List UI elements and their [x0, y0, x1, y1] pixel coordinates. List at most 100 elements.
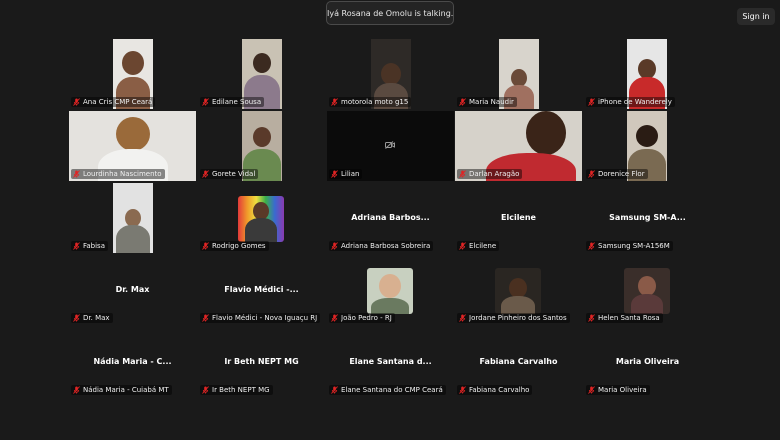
participant-name: Maria Naudir — [469, 98, 514, 106]
participant-name: Nádia Maria - Cuiabá MT — [83, 386, 169, 394]
participant-tile[interactable]: Nádia Maria - C... Nádia Maria - Cuiabá … — [69, 327, 196, 397]
participant-display-name: Adriana Barbos... — [351, 213, 430, 222]
participant-name-bar: Lilian — [329, 169, 363, 179]
participant-tile[interactable]: Edilane Sousa — [198, 39, 325, 109]
participant-name: Lilian — [341, 170, 360, 178]
participant-name: Elcilene — [469, 242, 497, 250]
participant-tile[interactable]: motorola moto g15 — [327, 39, 454, 109]
participant-name-bar: Adriana Barbosa Sobreira — [329, 241, 434, 251]
participant-tile[interactable]: Ana Cris CMP Ceará — [69, 39, 196, 109]
mic-muted-icon — [331, 314, 338, 322]
participant-name-bar: Dr. Max — [71, 313, 113, 323]
participant-name: Rodrigo Gomes — [212, 242, 266, 250]
mic-muted-icon — [459, 170, 466, 178]
participant-tile[interactable]: iPhone de Wanderely — [584, 39, 711, 109]
sign-in-button[interactable]: Sign in — [737, 8, 775, 25]
participant-tile[interactable]: Ir Beth NEPT MG Ir Beth NEPT MG — [198, 327, 325, 397]
participant-display-name: Elane Santana d... — [349, 357, 432, 366]
participant-display-name: Ir Beth NEPT MG — [224, 357, 299, 366]
participant-display-name: Dr. Max — [115, 285, 150, 294]
participant-name: Ana Cris CMP Ceará — [83, 98, 153, 106]
participant-tile[interactable]: Maria Naudir — [455, 39, 582, 109]
mic-muted-icon — [588, 386, 595, 394]
participant-tile[interactable]: João Pedro - RJ — [327, 255, 454, 325]
mic-muted-icon — [331, 98, 338, 106]
participant-tile[interactable]: Maria Oliveira Maria Oliveira — [584, 327, 711, 397]
mic-muted-icon — [459, 314, 466, 322]
participant-name-bar: Lourdinha Nascimento — [71, 169, 165, 179]
participant-display-name: Maria Oliveira — [615, 357, 680, 366]
participant-tile[interactable]: Samsung SM-A... Samsung SM-A156M — [584, 183, 711, 253]
participant-name-bar: Rodrigo Gomes — [200, 241, 269, 251]
participant-tile[interactable]: Darlan Aragão — [455, 111, 582, 181]
mic-muted-icon — [331, 170, 338, 178]
participant-display-name: Nádia Maria - C... — [93, 357, 172, 366]
participant-tile[interactable]: Adriana Barbos... Adriana Barbosa Sobrei… — [327, 183, 454, 253]
mic-muted-icon — [459, 386, 466, 394]
mic-muted-icon — [588, 98, 595, 106]
participant-name-bar: motorola moto g15 — [329, 97, 412, 107]
participant-name: Darlan Aragão — [469, 170, 520, 178]
mic-muted-icon — [202, 98, 209, 106]
participant-tile[interactable]: Fabisa — [69, 183, 196, 253]
participant-avatar — [367, 268, 413, 314]
participant-name: Ir Beth NEPT MG — [212, 386, 270, 394]
mic-muted-icon — [202, 242, 209, 250]
mic-muted-icon — [331, 386, 338, 394]
participant-name: Flavio Médici - Nova Iguaçu RJ — [212, 314, 318, 322]
participant-name: Lourdinha Nascimento — [83, 170, 162, 178]
participant-tile[interactable]: Rodrigo Gomes — [198, 183, 325, 253]
participant-tile[interactable]: Flavio Médici -... Flavio Médici - Nova … — [198, 255, 325, 325]
participant-name-bar: João Pedro - RJ — [329, 313, 395, 323]
participant-name: Fabisa — [83, 242, 105, 250]
participant-name: iPhone de Wanderely — [598, 98, 672, 106]
participant-name: Elane Santana do CMP Ceará — [341, 386, 443, 394]
participant-name: Jordane Pinheiro dos Santos — [469, 314, 567, 322]
mic-muted-icon — [588, 314, 595, 322]
participant-tile[interactable]: Elane Santana d... Elane Santana do CMP … — [327, 327, 454, 397]
participant-name-bar: Fabisa — [71, 241, 108, 251]
participant-name-bar: Ana Cris CMP Ceará — [71, 97, 156, 107]
participant-name-bar: Dorenice Flor — [586, 169, 648, 179]
participant-tile[interactable]: Lourdinha Nascimento — [69, 111, 196, 181]
participant-name-bar: Gorete Vidal — [200, 169, 259, 179]
participant-name-bar: Helen Santa Rosa — [586, 313, 663, 323]
participant-tile[interactable]: Fabiana Carvalho Fabiana Carvalho — [455, 327, 582, 397]
participant-name: Edilane Sousa — [212, 98, 262, 106]
participant-tile[interactable]: Helen Santa Rosa — [584, 255, 711, 325]
participant-name: Helen Santa Rosa — [598, 314, 660, 322]
participant-tile[interactable]: Gorete Vidal — [198, 111, 325, 181]
participant-display-name: Samsung SM-A... — [609, 213, 686, 222]
participant-tile[interactable]: Lilian — [327, 111, 454, 181]
participant-name-bar: Maria Oliveira — [586, 385, 650, 395]
participant-display-name: Flavio Médici -... — [224, 285, 299, 294]
participant-name-bar: Ir Beth NEPT MG — [200, 385, 273, 395]
participant-avatar — [238, 196, 284, 242]
participant-name: Dr. Max — [83, 314, 110, 322]
participant-name-bar: Jordane Pinheiro dos Santos — [457, 313, 570, 323]
participant-name: Gorete Vidal — [212, 170, 256, 178]
participant-tile[interactable]: Elcilene Elcilene — [455, 183, 582, 253]
participant-avatar — [624, 268, 670, 314]
participant-tile[interactable]: Dorenice Flor — [584, 111, 711, 181]
participant-video — [113, 183, 153, 253]
participant-name-bar: iPhone de Wanderely — [586, 97, 675, 107]
mic-muted-icon — [73, 98, 80, 106]
participant-name-bar: Fabiana Carvalho — [457, 385, 533, 395]
participant-name: Maria Oliveira — [598, 386, 647, 394]
participant-name-bar: Nádia Maria - Cuiabá MT — [71, 385, 172, 395]
participant-display-name: Elcilene — [501, 213, 536, 222]
participant-name-bar: Edilane Sousa — [200, 97, 265, 107]
mic-muted-icon — [588, 170, 595, 178]
mic-muted-icon — [331, 242, 338, 250]
participant-name-bar: Darlan Aragão — [457, 169, 523, 179]
participant-name-bar: Elane Santana do CMP Ceará — [329, 385, 446, 395]
mic-muted-icon — [459, 98, 466, 106]
camera-off-icon — [385, 141, 395, 149]
mic-muted-icon — [202, 386, 209, 394]
participant-avatar — [495, 268, 541, 314]
participant-tile[interactable]: Dr. Max Dr. Max — [69, 255, 196, 325]
participant-tile[interactable]: Jordane Pinheiro dos Santos — [455, 255, 582, 325]
mic-muted-icon — [588, 242, 595, 250]
participant-name-bar: Samsung SM-A156M — [586, 241, 673, 251]
